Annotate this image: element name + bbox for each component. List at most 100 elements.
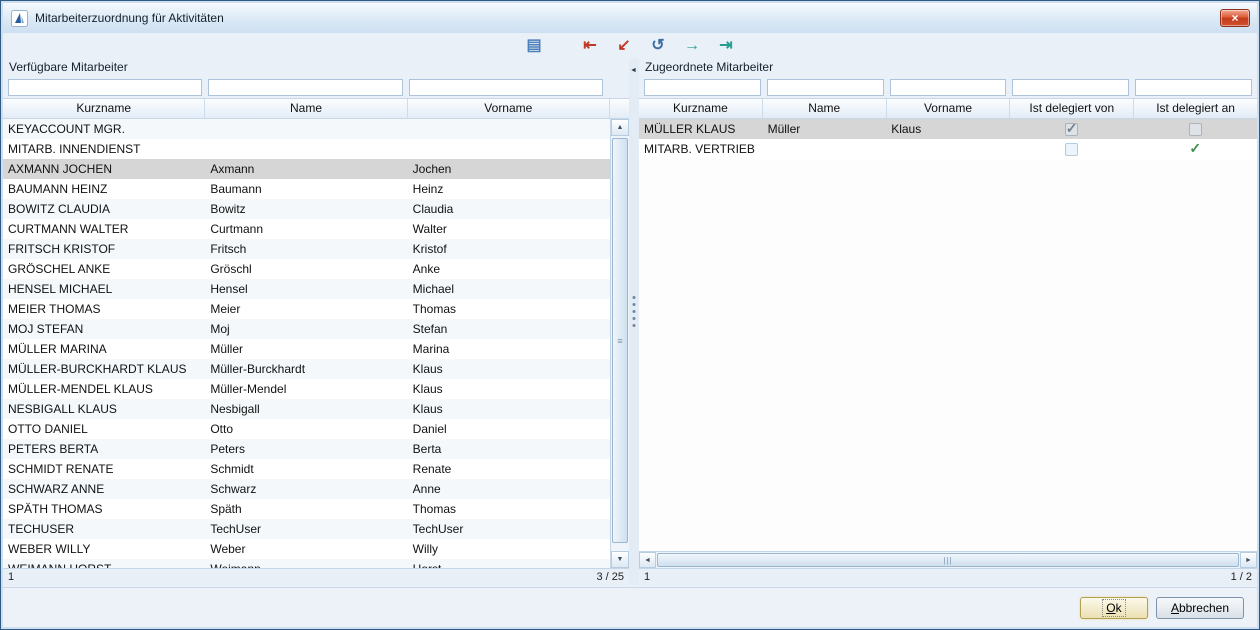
vertical-scroll-thumb[interactable]: ≡ — [612, 138, 628, 543]
cell-kurzname: TECHUSER — [3, 519, 205, 539]
available-row[interactable]: BOWITZ CLAUDIABowitzClaudia — [3, 199, 610, 219]
assigned-filter-ist-delegiert-an[interactable] — [1135, 79, 1252, 96]
available-row[interactable]: OTTO DANIELOttoDaniel — [3, 419, 610, 439]
assigned-row[interactable]: MITARB. VERTRIEB — [639, 139, 1257, 159]
assigned-status-count: 1 / 2 — [1231, 571, 1252, 583]
available-row[interactable]: MÜLLER-MENDEL KLAUSMüller-MendelKlaus — [3, 379, 610, 399]
cell-vorname: Walter — [408, 219, 610, 239]
available-row[interactable]: KEYACCOUNT MGR. — [3, 119, 610, 139]
ok-button[interactable]: Ok — [1080, 597, 1148, 619]
cell-vorname: Marina — [408, 339, 610, 359]
cell-kurzname: MÜLLER KLAUS — [639, 119, 763, 139]
assigned-filter-name[interactable] — [767, 79, 884, 96]
cell-vorname: Klaus — [408, 379, 610, 399]
view-list-icon: ▤ — [526, 38, 541, 54]
available-column-header-kurzname[interactable]: Kurzname — [3, 99, 205, 118]
remove-all-button[interactable]: ⇤ — [577, 34, 603, 58]
available-row[interactable]: PETERS BERTAPetersBerta — [3, 439, 610, 459]
cell-name: Meier — [205, 299, 407, 319]
assigned-column-header-ist-delegiert-an[interactable]: Ist delegiert an — [1134, 99, 1257, 118]
available-row[interactable]: TECHUSERTechUserTechUser — [3, 519, 610, 539]
available-row[interactable]: MITARB. INNENDIENST — [3, 139, 610, 159]
cell-kurzname: MÜLLER-BURCKHARDT KLAUS — [3, 359, 205, 379]
remove-button[interactable]: ↙ — [611, 34, 637, 58]
available-column-header-vorname[interactable]: Vorname — [408, 99, 610, 118]
available-filter-kurzname[interactable] — [8, 79, 202, 96]
delegiert-an-checkbox[interactable] — [1189, 143, 1202, 156]
scroll-right-button[interactable]: ► — [1240, 552, 1257, 568]
scroll-down-icon: ▼ — [617, 556, 624, 563]
available-row[interactable]: GRÖSCHEL ANKEGröschlAnke — [3, 259, 610, 279]
cell-vorname: Klaus — [408, 399, 610, 419]
panel-splitter[interactable]: ◄ — [629, 59, 639, 585]
assigned-row[interactable]: MÜLLER KLAUSMüllerKlaus — [639, 119, 1257, 139]
cell-vorname: Anne — [408, 479, 610, 499]
collapse-left-icon[interactable]: ◄ — [630, 67, 637, 74]
delegiert-von-checkbox[interactable] — [1065, 143, 1078, 156]
assigned-filter-ist-delegiert-von[interactable] — [1012, 79, 1129, 96]
assigned-filter-kurzname[interactable] — [644, 79, 761, 96]
available-row[interactable]: NESBIGALL KLAUSNesbigallKlaus — [3, 399, 610, 419]
close-button[interactable]: × — [1220, 9, 1250, 27]
horizontal-scroll-track[interactable]: ||| — [656, 552, 1240, 568]
assigned-column-header-ist-delegiert-von[interactable]: Ist delegiert von — [1010, 99, 1134, 118]
cell-vorname: Horst — [408, 559, 610, 568]
assigned-status-position: 1 — [644, 571, 650, 583]
add-button[interactable]: → — [679, 34, 705, 58]
cell-kurzname: PETERS BERTA — [3, 439, 205, 459]
horizontal-scrollbar[interactable]: ◄ ||| ► — [639, 551, 1257, 568]
cell-name: Axmann — [205, 159, 407, 179]
available-filter-vorname[interactable] — [409, 79, 603, 96]
available-row[interactable]: FRITSCH KRISTOFFritschKristof — [3, 239, 610, 259]
cell-kurzname: FRITSCH KRISTOF — [3, 239, 205, 259]
assigned-statusbar: 1 1 / 2 — [639, 568, 1257, 585]
available-row[interactable]: WEIMANN HORSTWeimannHorst — [3, 559, 610, 568]
available-row[interactable]: AXMANN JOCHENAxmannJochen — [3, 159, 610, 179]
available-row[interactable]: SCHWARZ ANNESchwarzAnne — [3, 479, 610, 499]
assigned-column-header-vorname[interactable]: Vorname — [887, 99, 1011, 118]
assigned-column-header-name[interactable]: Name — [763, 99, 887, 118]
cell-name: Bowitz — [205, 199, 407, 219]
available-row[interactable]: BAUMANN HEINZBaumannHeinz — [3, 179, 610, 199]
view-list-button[interactable]: ▤ — [521, 34, 547, 58]
scroll-up-button[interactable]: ▲ — [611, 119, 629, 136]
available-row[interactable]: CURTMANN WALTERCurtmannWalter — [3, 219, 610, 239]
cell-kurzname: BAUMANN HEINZ — [3, 179, 205, 199]
available-row[interactable]: MEIER THOMASMeierThomas — [3, 299, 610, 319]
cell-kurzname: WEBER WILLY — [3, 539, 205, 559]
cell-kurzname: AXMANN JOCHEN — [3, 159, 205, 179]
available-row[interactable]: MOJ STEFANMojStefan — [3, 319, 610, 339]
available-row[interactable]: WEBER WILLYWeberWilly — [3, 539, 610, 559]
available-row[interactable]: MÜLLER-BURCKHARDT KLAUSMüller-Burckhardt… — [3, 359, 610, 379]
available-row[interactable]: SPÄTH THOMASSpäthThomas — [3, 499, 610, 519]
cancel-button[interactable]: Abbrechen — [1156, 597, 1244, 619]
cell-name: TechUser — [205, 519, 407, 539]
scroll-left-button[interactable]: ◄ — [639, 552, 656, 568]
hthumb-grip-icon: ||| — [943, 556, 952, 565]
available-row[interactable]: HENSEL MICHAELHenselMichael — [3, 279, 610, 299]
available-filter-name[interactable] — [208, 79, 402, 96]
available-row[interactable]: MÜLLER MARINAMüllerMarina — [3, 339, 610, 359]
add-all-button[interactable]: ⇥ — [713, 34, 739, 58]
delegiert-von-checkbox[interactable] — [1065, 123, 1078, 136]
cell-vorname: Heinz — [408, 179, 610, 199]
scroll-down-button[interactable]: ▼ — [611, 551, 629, 568]
cell-kurzname: CURTMANN WALTER — [3, 219, 205, 239]
vertical-scrollbar[interactable]: ▲ ≡ ▼ — [610, 119, 629, 568]
assigned-column-header-kurzname[interactable]: Kurzname — [639, 99, 763, 118]
available-row[interactable]: SCHMIDT RENATESchmidtRenate — [3, 459, 610, 479]
assigned-filter-vorname[interactable] — [890, 79, 1007, 96]
cell-kurzname: MEIER THOMAS — [3, 299, 205, 319]
cell-kurzname: MITARB. INNENDIENST — [3, 139, 205, 159]
cell-vorname: Stefan — [408, 319, 610, 339]
cancel-label: Abbrechen — [1169, 601, 1231, 615]
horizontal-scroll-thumb[interactable]: ||| — [657, 553, 1239, 567]
cell-name: Schmidt — [205, 459, 407, 479]
undo-button[interactable]: ↺ — [645, 34, 671, 58]
cell-name: Hensel — [205, 279, 407, 299]
assigned-rows: MÜLLER KLAUSMüllerKlausMITARB. VERTRIEB — [639, 119, 1257, 551]
available-column-header-name[interactable]: Name — [205, 99, 407, 118]
delegiert-an-checkbox[interactable] — [1189, 123, 1202, 136]
scroll-up-icon: ▲ — [617, 124, 624, 131]
cell-kurzname: MOJ STEFAN — [3, 319, 205, 339]
